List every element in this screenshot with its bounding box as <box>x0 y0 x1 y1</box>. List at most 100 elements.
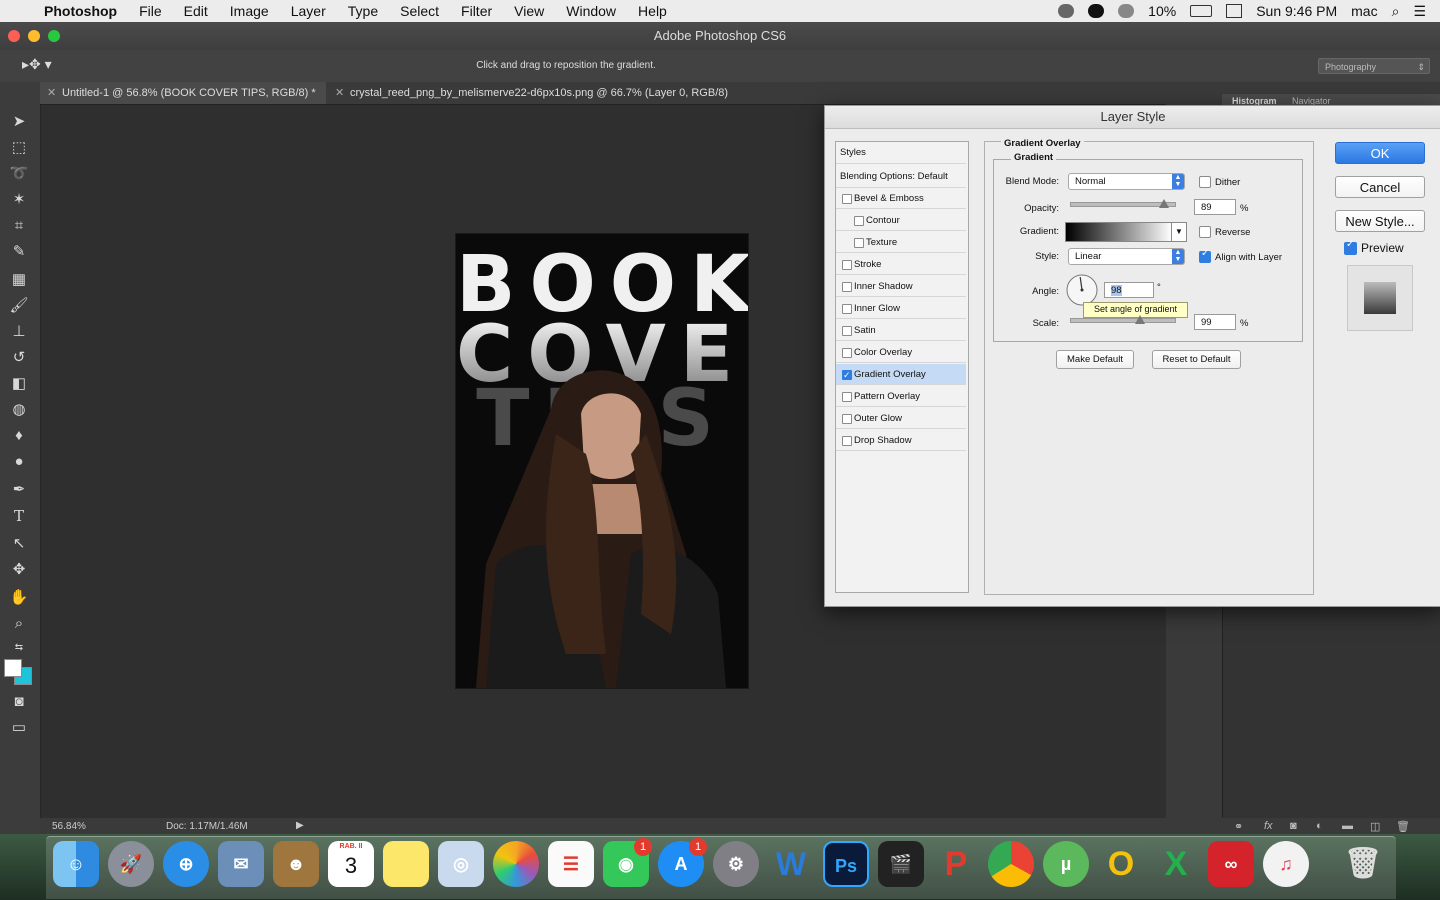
workspace-switcher[interactable]: Photography ⇕ <box>1318 58 1430 74</box>
style-item-satin[interactable]: Satin <box>836 320 966 341</box>
scale-slider-thumb[interactable] <box>1134 315 1145 324</box>
notification-center-icon[interactable]: ☰ <box>1413 3 1426 20</box>
zoom-tool-icon[interactable]: ⌕ <box>8 614 30 634</box>
scale-input[interactable]: 99 <box>1194 314 1236 330</box>
eyedropper-tool-icon[interactable]: ✎ <box>8 242 30 262</box>
style-item-gradient-overlay[interactable]: Gradient Overlay <box>836 364 966 386</box>
screen-mode-icon[interactable]: ▭ <box>8 718 30 738</box>
style-checkbox[interactable] <box>842 414 852 424</box>
tab-untitled-1[interactable]: ✕ Untitled-1 @ 56.8% (BOOK COVER TIPS, R… <box>40 82 326 104</box>
make-default-button[interactable]: Make Default <box>1056 350 1134 369</box>
close-tab-icon[interactable]: ✕ <box>335 82 344 104</box>
style-checkbox[interactable] <box>854 238 864 248</box>
tab-crystal-reed[interactable]: ✕ crystal_reed_png_by_melismerve22-d6px1… <box>328 82 768 104</box>
menu-app-name[interactable]: Photoshop <box>40 3 128 19</box>
reset-to-default-button[interactable]: Reset to Default <box>1152 350 1241 369</box>
utorrent-icon[interactable]: µ <box>1043 841 1089 887</box>
menu-select[interactable]: Select <box>389 3 450 19</box>
move-tool-icon[interactable]: ➤ <box>8 112 30 132</box>
add-mask-icon[interactable]: ◙ <box>1290 820 1297 832</box>
style-checkbox-checked[interactable] <box>842 365 852 386</box>
style-item-bevel-emboss[interactable]: Bevel & Emboss <box>836 188 966 209</box>
hand-tool-icon[interactable]: ✋ <box>8 588 30 608</box>
menu-extra-icon[interactable] <box>1226 4 1243 18</box>
photoshop-icon[interactable]: Ps <box>823 841 869 887</box>
link-layers-icon[interactable]: ⚭ <box>1234 820 1243 833</box>
style-item-color-overlay[interactable]: Color Overlay <box>836 342 966 363</box>
dither-checkbox[interactable] <box>1199 176 1211 188</box>
gradient-dropdown-arrow-icon[interactable]: ▼ <box>1171 222 1187 242</box>
finder-icon[interactable]: ☺ <box>53 841 99 887</box>
new-style-button[interactable]: New Style... <box>1335 210 1425 232</box>
photos-icon[interactable] <box>493 841 539 887</box>
wifi-icon[interactable] <box>1118 4 1135 18</box>
cancel-button[interactable]: Cancel <box>1335 176 1425 198</box>
blend-mode-select[interactable]: Normal ▲ ▼ <box>1068 173 1185 190</box>
close-tab-icon[interactable]: ✕ <box>47 82 56 104</box>
pen-tool-icon[interactable]: ✒ <box>8 480 30 500</box>
trash-icon[interactable]: 🗑 <box>1396 820 1410 833</box>
dodge-tool-icon[interactable]: ● <box>8 452 30 472</box>
close-window-button[interactable] <box>8 30 20 42</box>
clone-stamp-tool-icon[interactable]: ⊥ <box>8 322 30 342</box>
group-folder-icon[interactable]: ▬ <box>1342 820 1353 832</box>
style-select[interactable]: Linear ▲ ▼ <box>1068 248 1185 265</box>
status-menu-arrow-icon[interactable]: ▶ <box>296 820 304 831</box>
history-brush-tool-icon[interactable]: ↺ <box>8 348 30 368</box>
style-checkbox[interactable] <box>842 194 852 204</box>
notes-icon[interactable] <box>383 841 429 887</box>
battery-percent[interactable]: 10% <box>1148 3 1176 19</box>
opera-icon[interactable]: O <box>1098 841 1144 887</box>
menu-layer[interactable]: Layer <box>280 3 337 19</box>
opacity-slider-thumb[interactable] <box>1158 199 1169 208</box>
menu-filter[interactable]: Filter <box>450 3 503 19</box>
style-checkbox[interactable] <box>854 216 864 226</box>
eraser-tool-icon[interactable]: ◧ <box>8 374 30 394</box>
opacity-slider[interactable] <box>1070 199 1176 208</box>
clock[interactable]: Sun 9:46 PM <box>1256 3 1337 19</box>
style-checkbox[interactable] <box>842 282 852 292</box>
crop-tool-icon[interactable]: ⌗ <box>8 216 30 236</box>
menu-file[interactable]: File <box>128 3 173 19</box>
style-item-outer-glow[interactable]: Outer Glow <box>836 408 966 429</box>
style-checkbox[interactable] <box>842 348 852 358</box>
style-item-stroke[interactable]: Stroke <box>836 254 966 275</box>
brush-tool-icon[interactable]: 🖌 <box>8 296 30 316</box>
style-item-texture[interactable]: Texture <box>836 232 966 253</box>
reminders-icon[interactable]: ☰ <box>548 841 594 887</box>
menu-type[interactable]: Type <box>337 3 389 19</box>
opacity-input[interactable]: 89 <box>1194 199 1236 215</box>
maps-icon[interactable]: ◎ <box>438 841 484 887</box>
word-icon[interactable]: W <box>768 841 814 887</box>
reverse-checkbox[interactable] <box>1199 226 1211 238</box>
menu-view[interactable]: View <box>503 3 555 19</box>
align-with-layer-checkbox[interactable] <box>1199 248 1211 263</box>
trash-icon[interactable]: 🗑 <box>1340 841 1386 887</box>
style-item-pattern-overlay[interactable]: Pattern Overlay <box>836 386 966 407</box>
paint-bucket-tool-icon[interactable]: ◍ <box>8 400 30 420</box>
minimize-window-button[interactable] <box>28 30 40 42</box>
preview-checkbox[interactable] <box>1344 239 1357 255</box>
launchpad-icon[interactable]: 🚀 <box>108 841 154 887</box>
style-item-drop-shadow[interactable]: Drop Shadow <box>836 430 966 451</box>
document-canvas[interactable]: BOOK COVER TIPS <box>456 234 748 688</box>
excel-icon[interactable]: X <box>1153 841 1199 887</box>
lasso-tool-icon[interactable]: ➰ <box>8 164 30 184</box>
style-checkbox[interactable] <box>842 326 852 336</box>
zoom-level[interactable]: 56.84% <box>52 821 86 832</box>
spotlight-search-icon[interactable]: ⌕ <box>1392 3 1400 20</box>
marquee-tool-icon[interactable]: ⬚ <box>8 138 30 158</box>
blur-tool-icon[interactable]: ♦ <box>8 426 30 446</box>
quick-mask-icon[interactable]: ◙ <box>8 692 30 712</box>
menu-help[interactable]: Help <box>627 3 678 19</box>
itunes-icon[interactable]: ♫ <box>1263 841 1309 887</box>
3d-tool-icon[interactable]: ✥ <box>8 560 30 580</box>
m-status-icon[interactable] <box>1088 4 1105 18</box>
magic-wand-tool-icon[interactable]: ✶ <box>8 190 30 210</box>
ok-button[interactable]: OK <box>1335 142 1425 164</box>
calendar-icon[interactable]: RAB. II 3 <box>328 841 374 887</box>
zoom-window-button[interactable] <box>48 30 60 42</box>
adjustment-layer-icon[interactable]: ◐ <box>1316 820 1323 832</box>
blending-options-item[interactable]: Blending Options: Default <box>836 166 966 188</box>
menu-window[interactable]: Window <box>555 3 627 19</box>
